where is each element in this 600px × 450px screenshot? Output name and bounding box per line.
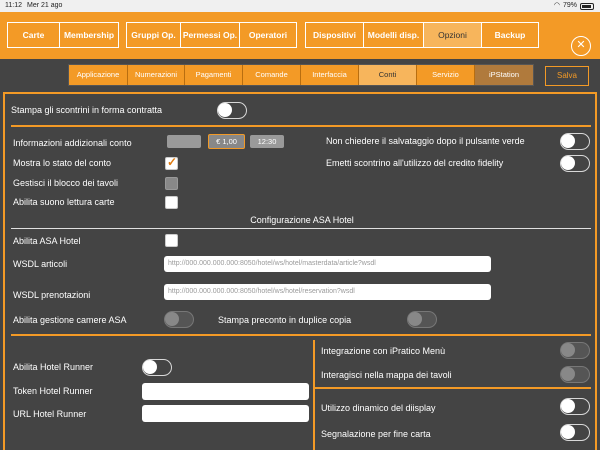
url-hotel-runner-label: URL Hotel Runner xyxy=(13,409,87,419)
subtab-numerazioni[interactable]: Numerazioni xyxy=(128,65,185,85)
status-bar: 11:12 Mer 21 ago ◠ 79% xyxy=(0,0,600,12)
gestisci-blocco-label: Gestisci il blocco dei tavoli xyxy=(13,178,119,188)
top-nav-group-3: Dispositivi Modelli disp. Opzioni Backup xyxy=(305,22,539,48)
segnalazione-toggle[interactable] xyxy=(560,424,590,441)
abilita-camere-toggle[interactable] xyxy=(164,311,194,328)
wifi-icon: ◠ xyxy=(553,2,560,9)
subtab-comande[interactable]: Comande xyxy=(243,65,301,85)
utilizzo-display-label: Utilizzo dinamico del diisplay xyxy=(321,403,436,413)
non-chiedere-label: Non chiedere il salvataggio dopo il puls… xyxy=(326,136,525,146)
sub-nav: Applicazione Numerazioni Pagamenti Coman… xyxy=(68,64,534,86)
token-hotel-runner-input[interactable] xyxy=(142,383,309,400)
interagisci-label: Interagisci nella mappa dei tavoli xyxy=(321,370,452,380)
emetti-scontrino-toggle[interactable] xyxy=(560,155,590,172)
ipratico-label: Integrazione con iPratico Menù xyxy=(321,346,446,356)
subtab-applicazione[interactable]: Applicazione xyxy=(69,65,128,85)
info-chip-value[interactable]: € 1,00 xyxy=(208,134,245,149)
wsdl-articoli-input[interactable]: http://000.000.000.000:8050/hotel/ws/hot… xyxy=(164,256,491,272)
subtab-conti[interactable]: Conti xyxy=(359,65,417,85)
subtab-ipstation[interactable]: iPStation xyxy=(475,65,533,85)
stampa-scontrini-label: Stampa gli scontrini in forma contratta xyxy=(11,105,163,115)
stampa-scontrini-toggle[interactable] xyxy=(217,102,247,119)
tab-opzioni[interactable]: Opzioni xyxy=(424,23,482,47)
subtab-interfaccia[interactable]: Interfaccia xyxy=(301,65,359,85)
abilita-hotel-runner-toggle[interactable] xyxy=(142,359,172,376)
top-nav-group-2: Gruppi Op. Permessi Op. Operatori xyxy=(126,22,297,48)
subtab-pagamenti[interactable]: Pagamenti xyxy=(185,65,243,85)
info-chip-empty[interactable] xyxy=(167,135,201,148)
abilita-asa-checkbox[interactable] xyxy=(165,234,178,247)
battery-icon xyxy=(580,2,594,10)
status-date: Mer 21 ago xyxy=(27,2,63,9)
wsdl-prenotazioni-input[interactable]: http://000.000.000.000:8050/hotel/ws/hot… xyxy=(164,284,491,300)
abilita-camere-label: Abilita gestione camere ASA xyxy=(13,315,127,325)
abilita-suono-label: Abilita suono lettura carte xyxy=(13,197,115,207)
vertical-divider xyxy=(313,340,315,450)
tab-operatori[interactable]: Operatori xyxy=(240,23,296,47)
token-hotel-runner-label: Token Hotel Runner xyxy=(13,386,93,396)
utilizzo-display-toggle[interactable] xyxy=(560,398,590,415)
tab-gruppi-op[interactable]: Gruppi Op. xyxy=(127,23,181,47)
abilita-asa-label: Abilita ASA Hotel xyxy=(13,236,81,246)
asa-heading: Configurazione ASA Hotel xyxy=(250,215,354,225)
stampa-preconto-toggle[interactable] xyxy=(407,311,437,328)
divider xyxy=(11,125,591,127)
segnalazione-label: Segnalazione per fine carta xyxy=(321,429,431,439)
subtab-servizio[interactable]: Servizio xyxy=(417,65,475,85)
top-nav: Carte Membership Gruppi Op. Permessi Op.… xyxy=(0,12,600,59)
abilita-hotel-runner-label: Abilita Hotel Runner xyxy=(13,362,94,372)
wsdl-prenotazioni-label: WSDL prenotazioni xyxy=(13,290,91,300)
tab-permessi-op[interactable]: Permessi Op. xyxy=(181,23,240,47)
tab-modelli-disp[interactable]: Modelli disp. xyxy=(364,23,424,47)
tab-dispositivi[interactable]: Dispositivi xyxy=(306,23,364,47)
settings-panel: Stampa gli scontrini in forma contratta … xyxy=(3,92,597,450)
non-chiedere-toggle[interactable] xyxy=(560,133,590,150)
top-nav-group-1: Carte Membership xyxy=(7,22,119,48)
url-hotel-runner-input[interactable] xyxy=(142,405,309,422)
close-icon[interactable]: ✕ xyxy=(571,36,591,56)
ipratico-toggle[interactable] xyxy=(560,342,590,359)
tab-membership[interactable]: Membership xyxy=(60,23,118,47)
emetti-scontrino-label: Emetti scontrino all'utilizzo del credit… xyxy=(326,158,504,168)
wsdl-articoli-label: WSDL articoli xyxy=(13,259,68,269)
mostra-stato-label: Mostra lo stato del conto xyxy=(13,158,112,168)
info-chip-time[interactable]: 12:30 xyxy=(250,135,284,148)
divider xyxy=(11,228,591,229)
stampa-preconto-label: Stampa preconto in duplice copia xyxy=(218,315,352,325)
divider xyxy=(11,334,591,336)
abilita-suono-checkbox[interactable] xyxy=(165,196,178,209)
mostra-stato-checkbox[interactable] xyxy=(165,155,178,170)
divider xyxy=(315,387,591,389)
interagisci-toggle[interactable] xyxy=(560,366,590,383)
tab-carte[interactable]: Carte xyxy=(8,23,60,47)
tab-backup[interactable]: Backup xyxy=(482,23,538,47)
gestisci-blocco-checkbox[interactable] xyxy=(165,177,178,190)
save-button[interactable]: Salva xyxy=(545,66,589,86)
info-addizionali-label: Informazioni addizionali conto xyxy=(13,138,132,148)
battery-percent: 79% xyxy=(562,2,577,9)
status-time: 11:12 xyxy=(5,2,22,9)
